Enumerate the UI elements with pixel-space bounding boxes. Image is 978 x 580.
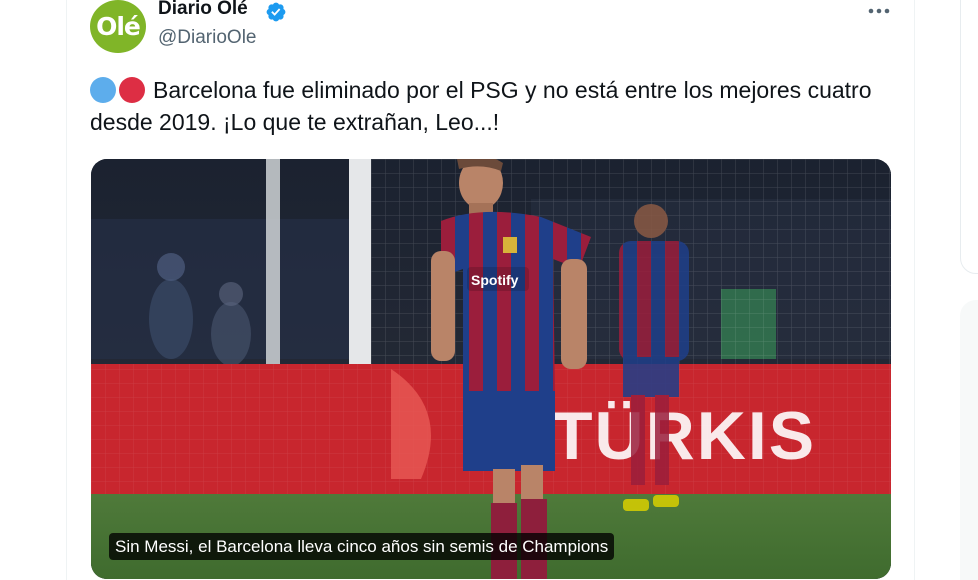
avatar-logo-text: Olé xyxy=(96,12,141,41)
tweet-text: Barcelona fue eliminado por el PSG y no … xyxy=(90,77,872,135)
tweet-text-block: Barcelona fue eliminado por el PSG y no … xyxy=(90,74,890,138)
sidebar-panel xyxy=(960,300,978,580)
verified-badge-icon xyxy=(266,2,286,22)
red-circle-icon xyxy=(119,77,145,103)
photo-caption: Sin Messi, el Barcelona lleva cinco años… xyxy=(109,533,615,560)
timeline-border-right xyxy=(914,0,915,580)
blue-circle-icon xyxy=(90,77,116,103)
avatar[interactable]: Olé xyxy=(90,0,146,53)
board-text: TÜRKIS xyxy=(551,398,816,474)
author-display-name[interactable]: Diario Olé xyxy=(158,0,248,20)
author-handle[interactable]: @DiarioOle xyxy=(158,27,256,49)
tweet-page: Olé Diario Olé @DiarioOle Barcelona fue … xyxy=(0,0,978,580)
photo-scene: TÜRKIS Spotify xyxy=(91,159,891,579)
sidebar-card xyxy=(960,0,978,274)
tweet-photo[interactable]: TÜRKIS Spotify xyxy=(91,159,891,579)
timeline-border-left xyxy=(66,0,67,580)
more-options-icon[interactable] xyxy=(866,2,892,20)
shirt-sponsor: Spotify xyxy=(471,272,519,288)
